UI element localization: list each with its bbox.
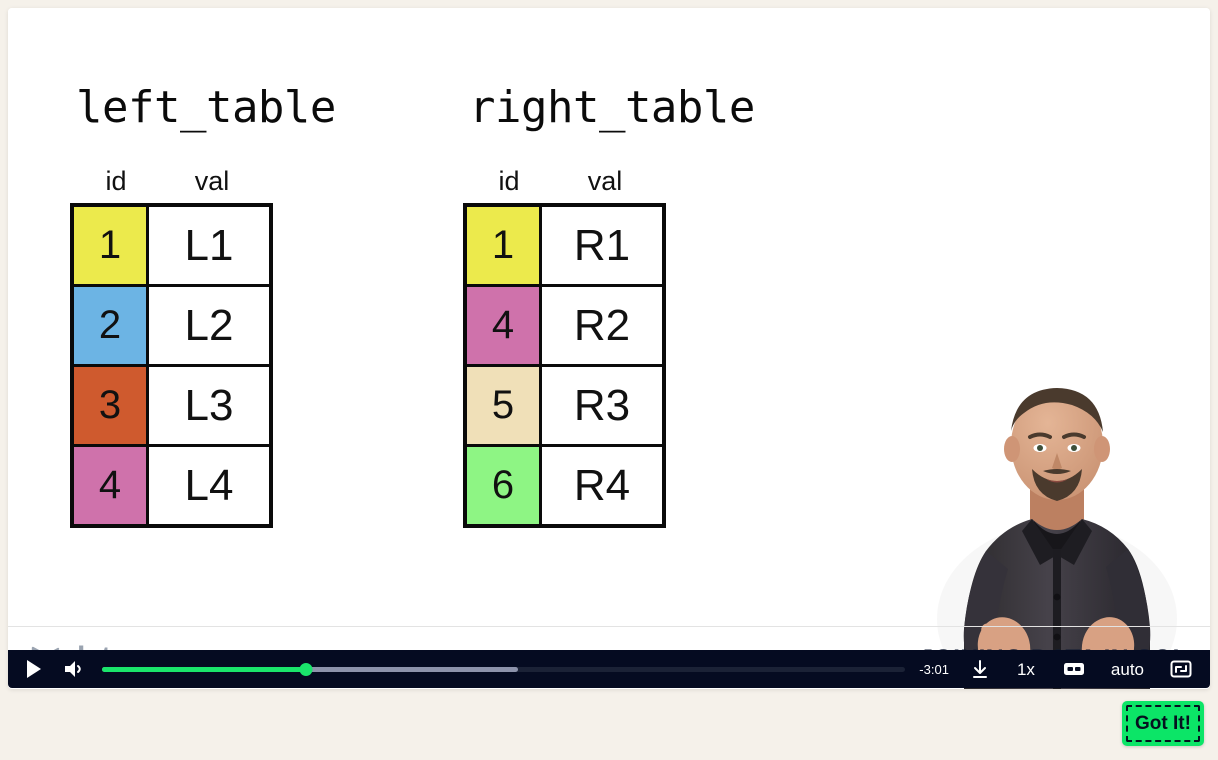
left-table-header-id: id (105, 166, 127, 196)
fullscreen-icon (1170, 660, 1192, 678)
progress-played (102, 666, 307, 672)
left-cell-val: L1 (146, 203, 273, 287)
left-cell-val: L4 (146, 444, 273, 528)
table-row: 2 L2 (70, 284, 273, 367)
got-it-label: Got It! (1135, 712, 1191, 734)
left-table-title: left_table (76, 82, 336, 133)
table-row: 5 R3 (463, 364, 666, 447)
table-row: 3 L3 (70, 364, 273, 447)
table-row: 4 L4 (70, 444, 273, 528)
video-player-frame: left_table id val 1 L1 2 L2 3 L3 4 L4 right_tab… (8, 8, 1210, 689)
left-table-header-val: val (194, 166, 230, 196)
right-cell-val: R4 (539, 444, 666, 528)
quality-button[interactable]: auto (1105, 660, 1150, 679)
download-icon (972, 660, 987, 678)
right-cell-id: 4 (463, 284, 542, 367)
progress-bar[interactable] (102, 659, 906, 679)
right-cell-val: R2 (539, 284, 666, 367)
table-row: 1 R1 (463, 203, 666, 287)
table-row: 1 L1 (70, 203, 273, 287)
left-cell-val: L2 (146, 284, 273, 367)
time-remaining: -3:01 (919, 661, 949, 677)
right-table-header-id: id (498, 166, 520, 196)
got-it-focus-ring: Got It! (1126, 705, 1200, 742)
right-cell-id: 6 (463, 444, 542, 528)
left-cell-id: 4 (70, 444, 149, 528)
slide-canvas: left_table id val 1 L1 2 L2 3 L3 4 L4 right_tab… (8, 8, 1210, 689)
left-cell-val: L3 (146, 364, 273, 447)
download-button[interactable] (967, 656, 993, 682)
fullscreen-button[interactable] (1168, 656, 1194, 682)
right-table-title: right_table (469, 82, 755, 133)
left-cell-id: 1 (70, 203, 149, 287)
table-row: 4 R2 (463, 284, 666, 367)
right-table-header-val: val (587, 166, 623, 196)
volume-icon (65, 661, 81, 677)
captions-button[interactable] (1061, 656, 1087, 682)
left-table: 1 L1 2 L2 3 L3 4 L4 (70, 203, 273, 528)
right-table: 1 R1 4 R2 5 R3 6 R4 (463, 203, 666, 528)
play-button[interactable] (20, 655, 48, 683)
left-table-column-headers: id val (70, 168, 336, 195)
got-it-button[interactable]: Got It! (1122, 701, 1204, 746)
right-table-block: right_table id val 1 R1 4 R2 5 R3 6 R4 (463, 86, 755, 528)
progress-knob[interactable] (299, 662, 313, 676)
left-table-block: left_table id val 1 L1 2 L2 3 L3 4 L4 (70, 86, 336, 528)
right-cell-id: 5 (463, 364, 542, 447)
left-cell-id: 2 (70, 284, 149, 367)
playback-speed-button[interactable]: 1x (1011, 660, 1041, 679)
right-table-column-headers: id val (463, 168, 755, 195)
left-cell-id: 3 (70, 364, 149, 447)
volume-button[interactable] (60, 655, 88, 683)
play-icon (27, 660, 41, 678)
right-cell-id: 1 (463, 203, 542, 287)
right-cell-val: R1 (539, 203, 666, 287)
table-row: 6 R4 (463, 444, 666, 528)
closed-captions-icon (1063, 663, 1084, 675)
right-cell-val: R3 (539, 364, 666, 447)
video-control-bar: -3:01 1x auto (8, 650, 1210, 688)
